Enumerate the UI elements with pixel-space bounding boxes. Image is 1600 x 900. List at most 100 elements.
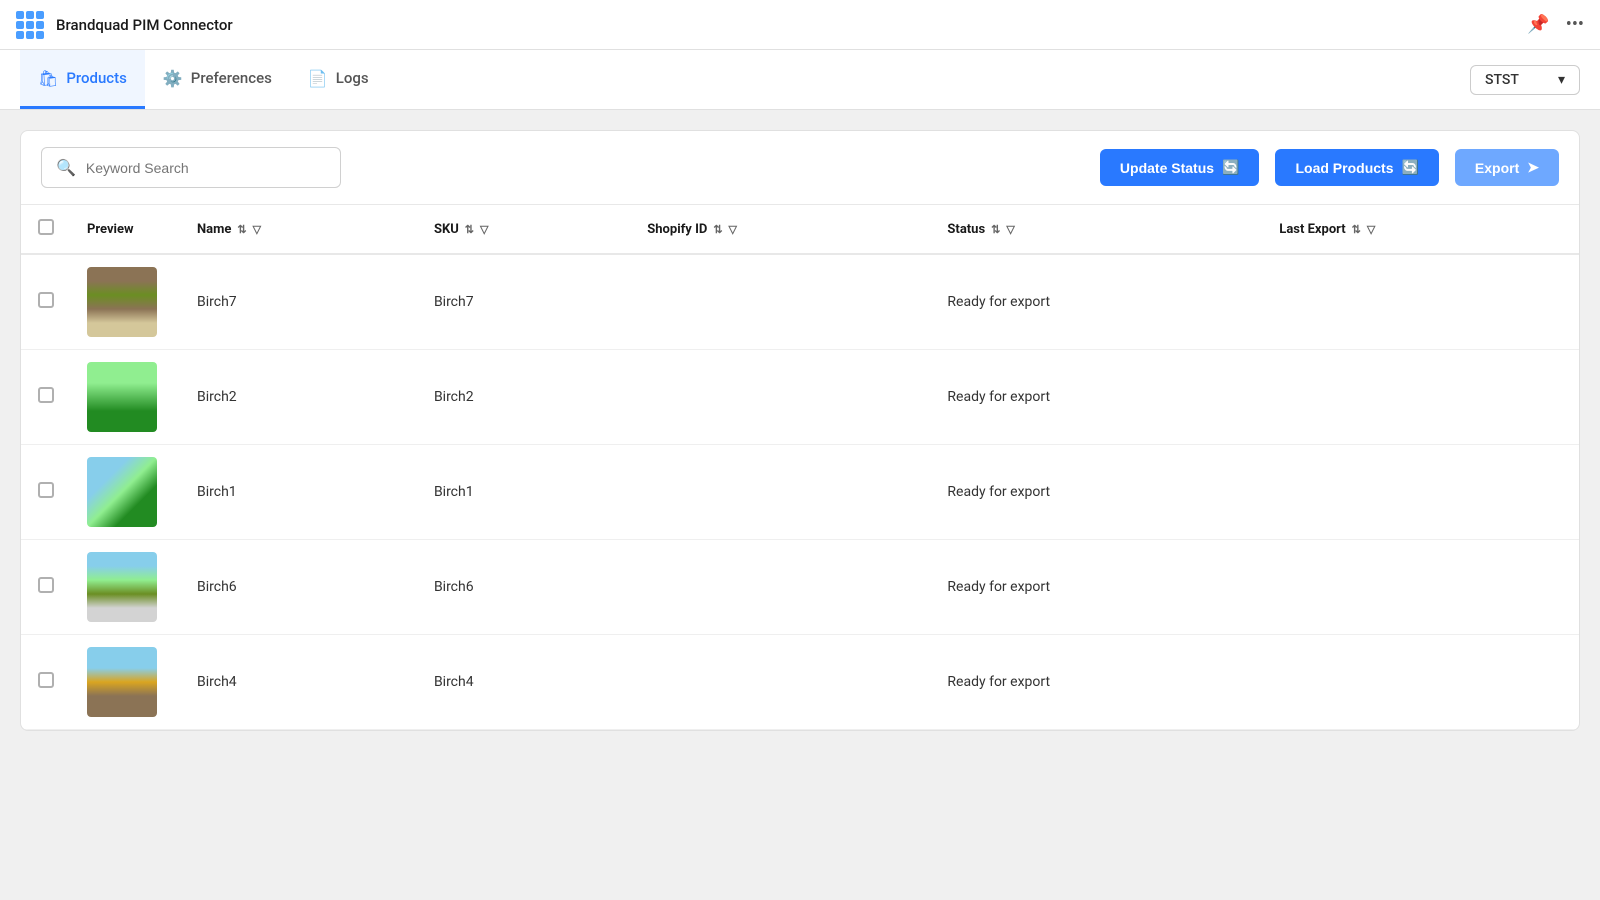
product-thumbnail <box>87 457 157 527</box>
row-status: Ready for export <box>931 540 1263 635</box>
last-export-filter-icon[interactable]: ▽ <box>1367 223 1375 236</box>
col-status[interactable]: Status ⇅ ▽ <box>931 205 1263 254</box>
row-last-export <box>1263 254 1579 350</box>
table-header-row: Preview Name ⇅ ▽ SKU <box>21 205 1579 254</box>
status-sort-icon[interactable]: ⇅ <box>991 223 1000 236</box>
row-status: Ready for export <box>931 445 1263 540</box>
app-title: Brandquad PIM Connector <box>56 16 1527 34</box>
preferences-tab-label: Preferences <box>191 69 272 87</box>
search-input[interactable] <box>86 160 326 176</box>
shopify-id-filter-icon[interactable]: ▽ <box>729 223 737 236</box>
select-all-checkbox[interactable] <box>38 219 54 235</box>
col-name[interactable]: Name ⇅ ▽ <box>181 205 418 254</box>
row-last-export <box>1263 635 1579 730</box>
more-options-icon[interactable]: ••• <box>1566 14 1584 35</box>
table-row: Birch7 Birch7 Ready for export <box>21 254 1579 350</box>
row-sku: Birch2 <box>418 350 631 445</box>
top-bar: Brandquad PIM Connector 📌 ••• <box>0 0 1600 50</box>
nav-bar: 🛍 Products ⚙️ Preferences 📄 Logs STST ▾ <box>0 50 1600 110</box>
row-checkbox-1[interactable] <box>38 387 54 403</box>
products-tab-icon: 🛍 <box>38 69 58 88</box>
app-grid-icon <box>16 11 44 39</box>
table-row: Birch6 Birch6 Ready for export <box>21 540 1579 635</box>
export-button[interactable]: Export ➤ <box>1455 149 1559 186</box>
export-label: Export <box>1475 160 1519 176</box>
row-preview-cell <box>71 445 181 540</box>
product-thumbnail <box>87 552 157 622</box>
tab-preferences[interactable]: ⚙️ Preferences <box>145 50 290 109</box>
update-status-button[interactable]: Update Status 🔄 <box>1100 149 1260 186</box>
row-preview-cell <box>71 254 181 350</box>
row-preview-cell <box>71 635 181 730</box>
row-name: Birch2 <box>181 350 418 445</box>
product-thumbnail <box>87 267 157 337</box>
col-last-export[interactable]: Last Export ⇅ ▽ <box>1263 205 1579 254</box>
row-shopify-id <box>631 254 931 350</box>
tab-logs[interactable]: 📄 Logs <box>290 50 387 109</box>
col-preview: Preview <box>71 205 181 254</box>
products-tab-label: Products <box>66 69 127 87</box>
row-checkbox-cell <box>21 350 71 445</box>
toolbar: 🔍 Update Status 🔄 Load Products 🔄 Export… <box>21 131 1579 205</box>
logs-tab-label: Logs <box>336 69 369 87</box>
store-selector[interactable]: STST ▾ <box>1470 65 1580 95</box>
col-sku-label: SKU <box>434 222 459 237</box>
col-sku[interactable]: SKU ⇅ ▽ <box>418 205 631 254</box>
load-products-label: Load Products <box>1295 160 1393 176</box>
row-shopify-id <box>631 350 931 445</box>
product-thumbnail <box>87 647 157 717</box>
row-status: Ready for export <box>931 635 1263 730</box>
update-status-icon: 🔄 <box>1222 159 1239 176</box>
sku-sort-icon[interactable]: ⇅ <box>465 223 474 236</box>
row-checkbox-4[interactable] <box>38 672 54 688</box>
row-checkbox-2[interactable] <box>38 482 54 498</box>
row-checkbox-cell <box>21 635 71 730</box>
row-shopify-id <box>631 635 931 730</box>
sku-filter-icon[interactable]: ▽ <box>480 223 488 236</box>
row-checkbox-cell <box>21 540 71 635</box>
select-all-cell <box>21 205 71 254</box>
store-selector-value: STST <box>1485 72 1519 88</box>
table-row: Birch4 Birch4 Ready for export <box>21 635 1579 730</box>
row-name: Birch1 <box>181 445 418 540</box>
row-last-export <box>1263 540 1579 635</box>
col-preview-label: Preview <box>87 222 134 237</box>
product-thumbnail <box>87 362 157 432</box>
main-content: 🔍 Update Status 🔄 Load Products 🔄 Export… <box>0 110 1600 900</box>
table-row: Birch1 Birch1 Ready for export <box>21 445 1579 540</box>
col-shopify-id-label: Shopify ID <box>647 222 707 237</box>
search-icon: 🔍 <box>56 158 76 177</box>
pin-icon[interactable]: 📌 <box>1527 14 1549 35</box>
update-status-label: Update Status <box>1120 160 1214 176</box>
products-panel: 🔍 Update Status 🔄 Load Products 🔄 Export… <box>20 130 1580 731</box>
load-products-button[interactable]: Load Products 🔄 <box>1275 149 1438 186</box>
col-last-export-label: Last Export <box>1279 222 1345 237</box>
row-status: Ready for export <box>931 350 1263 445</box>
row-shopify-id <box>631 445 931 540</box>
name-sort-icon[interactable]: ⇅ <box>237 223 246 236</box>
name-filter-icon[interactable]: ▽ <box>253 223 261 236</box>
row-preview-cell <box>71 350 181 445</box>
preferences-tab-icon: ⚙️ <box>163 69 183 88</box>
row-checkbox-cell <box>21 254 71 350</box>
row-name: Birch6 <box>181 540 418 635</box>
chevron-down-icon: ▾ <box>1558 72 1565 88</box>
col-name-label: Name <box>197 222 231 237</box>
shopify-id-sort-icon[interactable]: ⇅ <box>713 223 722 236</box>
tab-products[interactable]: 🛍 Products <box>20 50 145 109</box>
top-bar-actions: 📌 ••• <box>1527 14 1584 35</box>
col-status-label: Status <box>947 222 985 237</box>
row-checkbox-3[interactable] <box>38 577 54 593</box>
row-preview-cell <box>71 540 181 635</box>
row-sku: Birch1 <box>418 445 631 540</box>
row-checkbox-0[interactable] <box>38 292 54 308</box>
row-name: Birch4 <box>181 635 418 730</box>
row-sku: Birch4 <box>418 635 631 730</box>
row-sku: Birch7 <box>418 254 631 350</box>
search-box[interactable]: 🔍 <box>41 147 341 188</box>
col-shopify-id[interactable]: Shopify ID ⇅ ▽ <box>631 205 931 254</box>
load-products-icon: 🔄 <box>1401 159 1418 176</box>
last-export-sort-icon[interactable]: ⇅ <box>1352 223 1361 236</box>
status-filter-icon[interactable]: ▽ <box>1006 223 1014 236</box>
row-shopify-id <box>631 540 931 635</box>
